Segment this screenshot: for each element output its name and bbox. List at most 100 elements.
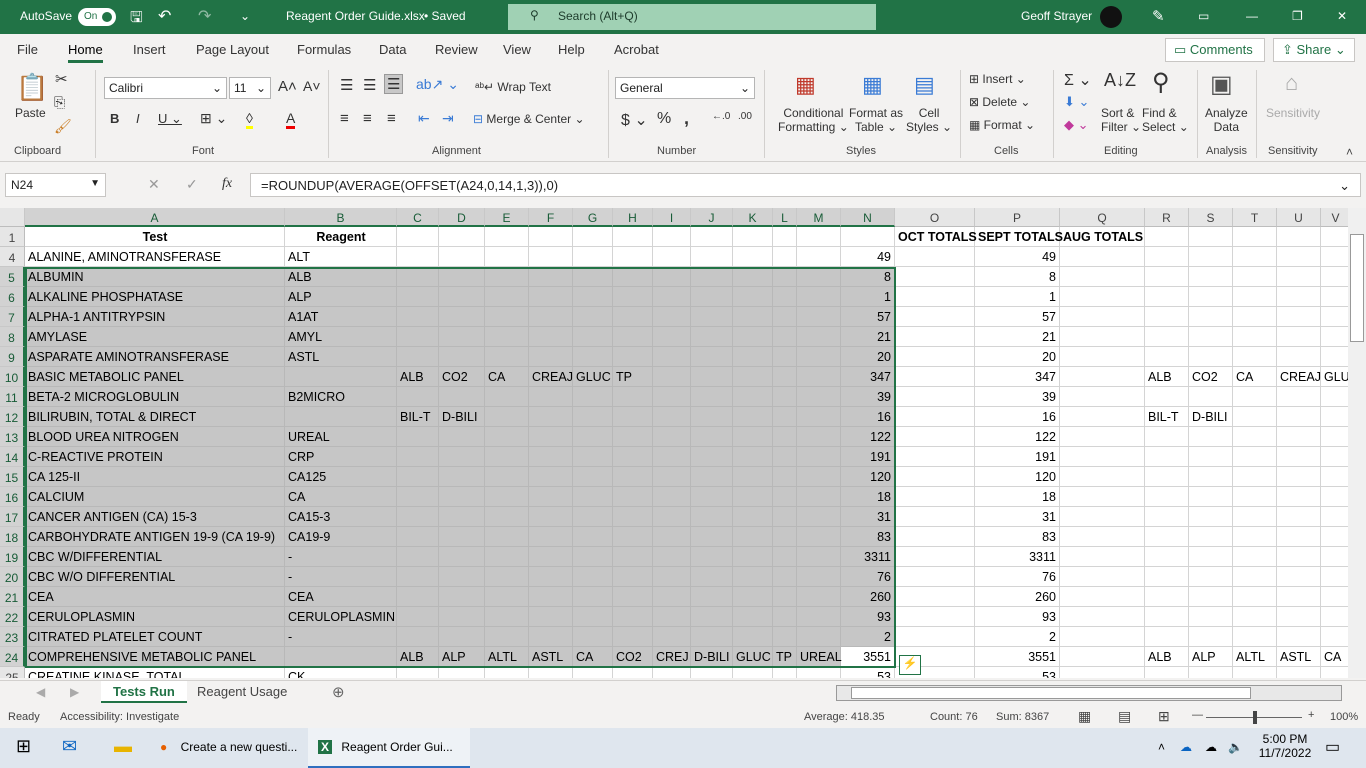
cell-g11[interactable]: [573, 387, 613, 407]
cell-q4[interactable]: [1060, 247, 1145, 267]
cell-q7[interactable]: [1060, 307, 1145, 327]
cell-l25[interactable]: [773, 667, 797, 678]
row-header-18[interactable]: 18: [0, 527, 25, 547]
cell-l24[interactable]: TP: [773, 647, 797, 667]
cell-m17[interactable]: [797, 507, 841, 527]
cell-j18[interactable]: [691, 527, 733, 547]
cell-o4[interactable]: [895, 247, 975, 267]
avatar[interactable]: [1100, 6, 1122, 28]
column-header-l[interactable]: L: [773, 208, 797, 227]
cell-i22[interactable]: [653, 607, 691, 627]
cell-g19[interactable]: [573, 547, 613, 567]
clear-icon[interactable]: ◆ ⌄: [1064, 117, 1089, 133]
cell-n1[interactable]: [841, 227, 895, 247]
cell-c10[interactable]: ALB: [397, 367, 439, 387]
zoom-in-icon[interactable]: +: [1308, 709, 1314, 721]
column-header-r[interactable]: R: [1145, 208, 1189, 227]
cell-c22[interactable]: [397, 607, 439, 627]
cell-e19[interactable]: [485, 547, 529, 567]
cell-j20[interactable]: [691, 567, 733, 587]
cell-k22[interactable]: [733, 607, 773, 627]
cell-i9[interactable]: [653, 347, 691, 367]
cell-p18[interactable]: 83: [975, 527, 1060, 547]
cell-d13[interactable]: [439, 427, 485, 447]
tab-insert[interactable]: Insert: [133, 42, 166, 57]
cell-f12[interactable]: [529, 407, 573, 427]
cell-c19[interactable]: [397, 547, 439, 567]
cell-p4[interactable]: 49: [975, 247, 1060, 267]
cell-q23[interactable]: [1060, 627, 1145, 647]
cell-a10[interactable]: BASIC METABOLIC PANEL: [25, 367, 285, 387]
cell-h17[interactable]: [613, 507, 653, 527]
cell-d20[interactable]: [439, 567, 485, 587]
cell-f25[interactable]: [529, 667, 573, 678]
cell-l7[interactable]: [773, 307, 797, 327]
cell-k15[interactable]: [733, 467, 773, 487]
cell-h12[interactable]: [613, 407, 653, 427]
paste-button[interactable]: Paste: [15, 106, 46, 120]
format-as-table-icon[interactable]: ▦: [862, 72, 883, 98]
cell-f16[interactable]: [529, 487, 573, 507]
horizontal-scrollbar[interactable]: [836, 685, 1342, 701]
cell-b17[interactable]: CA15-3: [285, 507, 397, 527]
cell-a14[interactable]: C-REACTIVE PROTEIN: [25, 447, 285, 467]
cell-b4[interactable]: ALT: [285, 247, 397, 267]
cell-j21[interactable]: [691, 587, 733, 607]
network-icon[interactable]: ☁: [1205, 728, 1217, 768]
cell-f19[interactable]: [529, 547, 573, 567]
cell-f20[interactable]: [529, 567, 573, 587]
cell-p25[interactable]: 53: [975, 667, 1060, 678]
analyze-data-button[interactable]: Analyze Data: [1205, 106, 1248, 134]
cell-t15[interactable]: [1233, 467, 1277, 487]
row-header-25[interactable]: 25: [0, 667, 25, 678]
cell-e22[interactable]: [485, 607, 529, 627]
select-all-corner[interactable]: [0, 208, 25, 227]
cell-g15[interactable]: [573, 467, 613, 487]
cell-u18[interactable]: [1277, 527, 1321, 547]
row-header-10[interactable]: 10: [0, 367, 25, 387]
cell-t16[interactable]: [1233, 487, 1277, 507]
spreadsheet-grid[interactable]: A B C D E F G H I J K L M N O P Q R S T U V 1 Test Reagent OCT TO…: [0, 208, 1348, 678]
cell-c11[interactable]: [397, 387, 439, 407]
cell-r11[interactable]: [1145, 387, 1189, 407]
windows-start-icon[interactable]: ⊞: [16, 728, 31, 768]
cell-s21[interactable]: [1189, 587, 1233, 607]
cell-styles-icon[interactable]: ▤: [914, 72, 935, 98]
cell-m22[interactable]: [797, 607, 841, 627]
cell-l6[interactable]: [773, 287, 797, 307]
cell-f17[interactable]: [529, 507, 573, 527]
cell-l10[interactable]: [773, 367, 797, 387]
format-painter-icon[interactable]: 🖌: [54, 118, 72, 135]
cell-o9[interactable]: [895, 347, 975, 367]
align-bottom-icon[interactable]: ☰: [384, 74, 404, 94]
prev-sheet-icon[interactable]: ◀: [36, 685, 45, 699]
cell-q10[interactable]: [1060, 367, 1145, 387]
cell-i7[interactable]: [653, 307, 691, 327]
cell-a22[interactable]: CERULOPLASMIN: [25, 607, 285, 627]
cell-d16[interactable]: [439, 487, 485, 507]
quick-analysis-icon[interactable]: ⚡: [899, 655, 921, 675]
cell-o20[interactable]: [895, 567, 975, 587]
cell-g16[interactable]: [573, 487, 613, 507]
cell-o16[interactable]: [895, 487, 975, 507]
cell-h20[interactable]: [613, 567, 653, 587]
cell-s25[interactable]: [1189, 667, 1233, 678]
paste-icon[interactable]: 📋: [16, 72, 48, 103]
cell-l12[interactable]: [773, 407, 797, 427]
cell-n21[interactable]: 260: [841, 587, 895, 607]
cell-q21[interactable]: [1060, 587, 1145, 607]
cell-a12[interactable]: BILIRUBIN, TOTAL & DIRECT: [25, 407, 285, 427]
cell-h1[interactable]: [613, 227, 653, 247]
row-header-6[interactable]: 6: [0, 287, 25, 307]
insert-function-button[interactable]: fx: [222, 176, 232, 192]
row-header-24[interactable]: 24: [0, 647, 25, 667]
cell-e13[interactable]: [485, 427, 529, 447]
tab-data[interactable]: Data: [379, 42, 406, 57]
font-color-icon[interactable]: A: [286, 110, 296, 129]
cell-j5[interactable]: [691, 267, 733, 287]
cell-d17[interactable]: [439, 507, 485, 527]
column-header-j[interactable]: J: [691, 208, 733, 227]
row-header-12[interactable]: 12: [0, 407, 25, 427]
column-header-k[interactable]: K: [733, 208, 773, 227]
cell-p20[interactable]: 76: [975, 567, 1060, 587]
